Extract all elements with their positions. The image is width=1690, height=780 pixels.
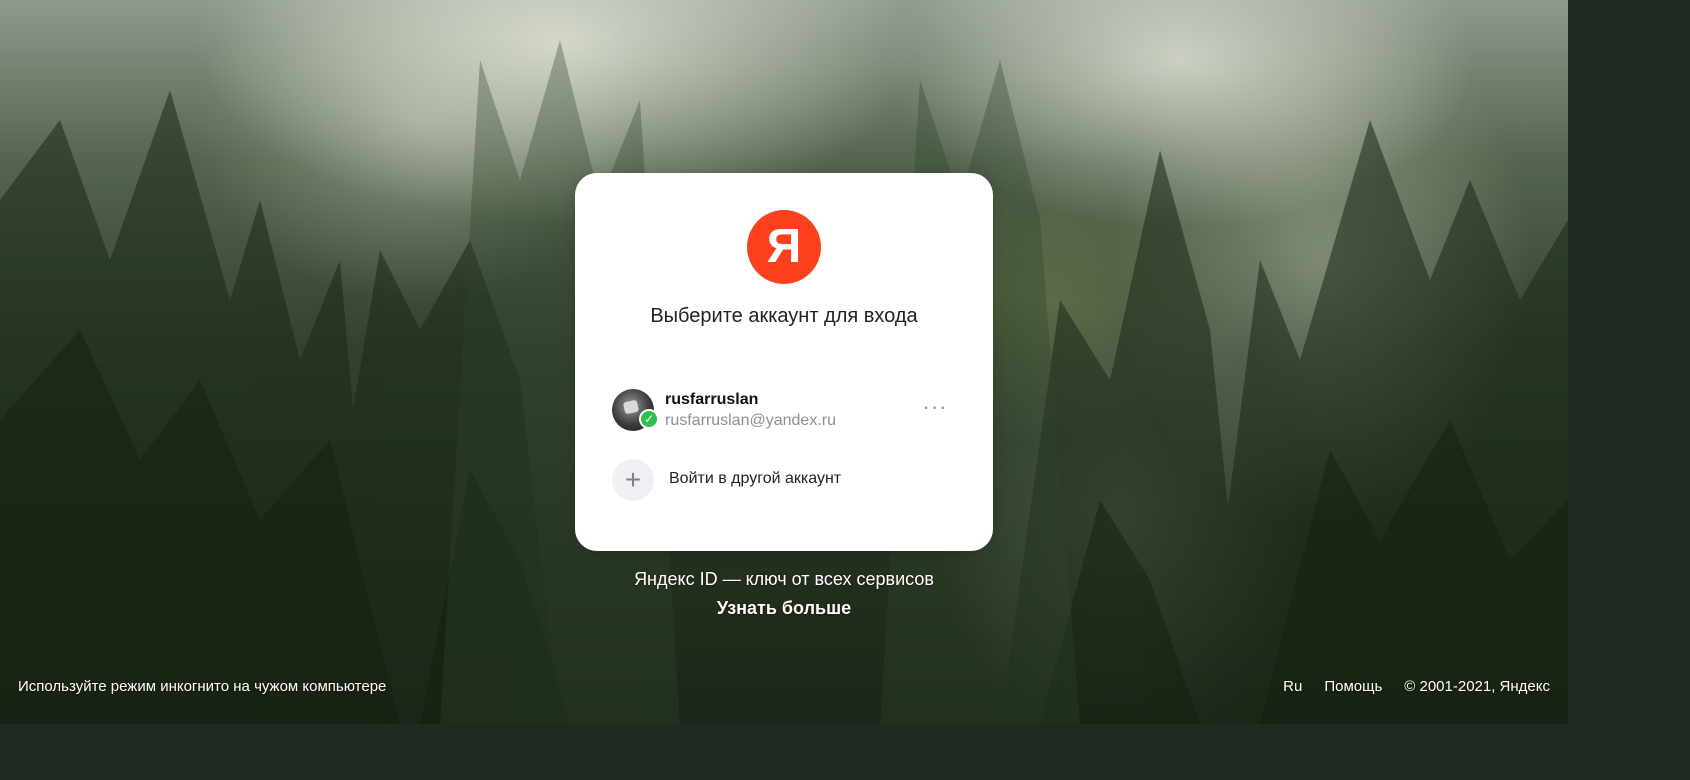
footer-links: Ru Помощь © 2001-2021, Яндекс (1283, 678, 1550, 695)
copyright-text: © 2001-2021, Яндекс (1404, 678, 1550, 695)
yandex-logo-icon[interactable]: Я (747, 210, 821, 284)
account-email: rusfarruslan@yandex.ru (665, 412, 836, 429)
plus-icon: + (612, 459, 654, 501)
check-icon: ✓ (639, 409, 659, 429)
logo-glyph: Я (766, 220, 802, 273)
incognito-hint: Используйте режим инкогнито на чужом ком… (18, 678, 387, 695)
more-icon[interactable]: ··· (922, 394, 948, 419)
account-row[interactable]: ✓ rusfarruslan rusfarruslan@yandex.ru ··… (611, 387, 957, 433)
add-account-label: Войти в другой аккаунт (669, 470, 842, 487)
language-switch[interactable]: Ru (1283, 678, 1302, 695)
help-link[interactable]: Помощь (1324, 678, 1382, 695)
account-login: rusfarruslan (665, 391, 759, 408)
account-chooser-card: Я Выберите аккаунт для входа ✓ rusfarrus… (575, 173, 993, 551)
avatar-image (622, 399, 640, 415)
card-title: Выберите аккаунт для входа (650, 305, 918, 327)
add-account-button[interactable]: + Войти в другой аккаунт (611, 458, 911, 502)
promo-text: Яндекс ID — ключ от всех сервисов (634, 569, 934, 589)
learn-more-link[interactable]: Узнать больше (0, 598, 1568, 619)
